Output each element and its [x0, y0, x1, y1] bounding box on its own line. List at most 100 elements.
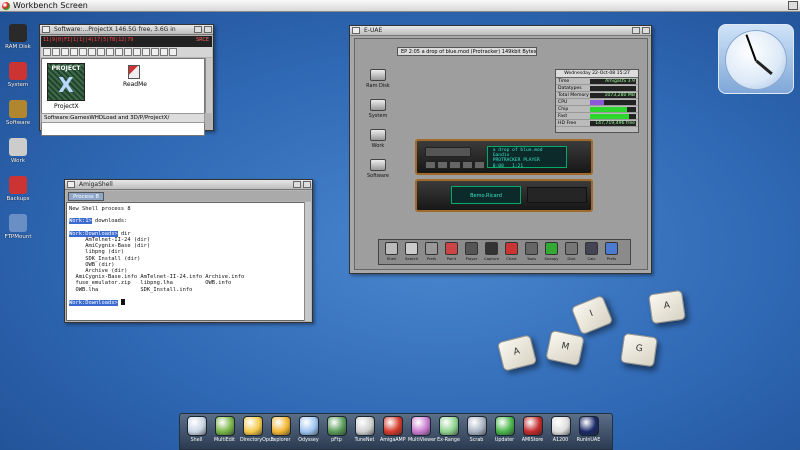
uae-dock-item[interactable]: Calc: [582, 242, 601, 264]
shell-prompt: Work:Downloads>: [69, 300, 118, 307]
next-button[interactable]: [473, 161, 486, 169]
tab-process-8[interactable]: Process 8: [68, 192, 104, 201]
search-button[interactable]: [133, 48, 141, 56]
dock-item-odyssey[interactable]: Odyssey: [296, 416, 321, 449]
hd-free-label: HD Free: [558, 121, 577, 126]
uae-dock-item[interactable]: Paint: [442, 242, 461, 264]
dock-item-a1200[interactable]: A1200: [548, 416, 573, 449]
uae-icon-software[interactable]: Software: [363, 159, 393, 179]
protect-button[interactable]: [142, 48, 150, 56]
amiga-logo-icon[interactable]: [2, 2, 10, 10]
dock-item-runinuae[interactable]: RunInUAE: [576, 416, 601, 449]
emulated-workbench: EP 2:05 a drop of blue.mod (Protracker) …: [354, 38, 648, 270]
zoom-gadget[interactable]: [194, 26, 202, 33]
print-button[interactable]: [124, 48, 132, 56]
dock-item-explorer[interactable]: Explorer: [268, 416, 293, 449]
uae-dock-item[interactable]: Search: [402, 242, 421, 264]
uae-icon-label: Software: [366, 173, 390, 179]
desktop-icon-software[interactable]: Software: [1, 100, 35, 126]
amigaamp-player[interactable]: a drop of blue.mod Gandix PROTRACKER PLA…: [415, 139, 593, 175]
uae-dock-item[interactable]: Shell: [382, 242, 401, 264]
uae-icon-system[interactable]: System: [363, 99, 393, 119]
depth-gadget[interactable]: [642, 27, 650, 34]
help-button[interactable]: [169, 48, 177, 56]
delete-button[interactable]: [88, 48, 96, 56]
software-drawer-window: Software:...ProjectX 146.5G free, 3.6G i…: [39, 24, 214, 136]
dock-item-updater[interactable]: Updater: [492, 416, 517, 449]
uae-dock-item[interactable]: Chart: [502, 242, 521, 264]
vertical-scrollbar[interactable]: [205, 58, 212, 113]
software-window-titlebar[interactable]: Software:...ProjectX 146.5G free, 3.6G i…: [40, 25, 213, 35]
spectrum-analyzer: Bemo.Ricard: [415, 179, 593, 212]
play-button[interactable]: [437, 161, 449, 169]
root-button[interactable]: [52, 48, 60, 56]
uae-dock-item[interactable]: Player: [462, 242, 481, 264]
uae-dock-item[interactable]: Snoopy: [542, 242, 561, 264]
screen-depth-gadget[interactable]: [788, 1, 798, 10]
projectx-game-icon[interactable]: PROJECT X: [47, 63, 85, 101]
dock-label: pFtp: [331, 438, 342, 443]
dock-item-pftp[interactable]: pFtp: [324, 416, 349, 449]
uae-dock-item[interactable]: Capture: [482, 242, 501, 264]
desktop-icon-work[interactable]: Work: [1, 138, 35, 164]
uae-icon-ram-disk[interactable]: Ram Disk: [363, 69, 393, 89]
info-button[interactable]: [97, 48, 105, 56]
uae-window-titlebar[interactable]: E-UAE: [350, 26, 651, 36]
zoom-gadget[interactable]: [632, 27, 640, 34]
settings-button[interactable]: [160, 48, 168, 56]
console-line: Work:Downloads>: [69, 299, 302, 307]
pause-button[interactable]: [449, 161, 461, 169]
dock-item-multiedit[interactable]: MultiEdit: [212, 416, 237, 449]
shell-window-titlebar[interactable]: AmigaShell: [65, 180, 312, 190]
clock-widget[interactable]: [718, 24, 794, 94]
uae-dock-item[interactable]: Prefs: [602, 242, 621, 264]
uae-icon-work[interactable]: Work: [363, 129, 393, 149]
depth-gadget[interactable]: [303, 181, 311, 188]
dock-item-amistore[interactable]: AMIStore: [520, 416, 545, 449]
dock-item-tunenet[interactable]: TuneNet: [352, 416, 377, 449]
makedir-button[interactable]: [106, 48, 114, 56]
rename-button[interactable]: [79, 48, 87, 56]
shell-console[interactable]: New Shell process 8 Work:1> downloads: W…: [66, 202, 305, 321]
view-button[interactable]: [115, 48, 123, 56]
close-gadget[interactable]: [67, 181, 75, 188]
uae-dock-item[interactable]: Prefs: [422, 242, 441, 264]
volume-slider[interactable]: [425, 147, 471, 157]
copy-button[interactable]: [61, 48, 69, 56]
move-button[interactable]: [70, 48, 78, 56]
close-gadget[interactable]: [42, 26, 50, 33]
desktop-icon-ftpmount[interactable]: FTPMount: [1, 214, 35, 240]
prev-button[interactable]: [425, 161, 437, 169]
dock-item-scrab[interactable]: Scrab: [464, 416, 489, 449]
sysmon-row: Time AmigaOS 3.9: [556, 78, 638, 85]
uae-dock-item[interactable]: Tools: [522, 242, 541, 264]
path-field[interactable]: Software:GamesWHDLoad and 3D/P/ProjectX/: [41, 113, 205, 123]
dock-item-multiviewer[interactable]: MultiViewer: [408, 416, 436, 449]
source-label[interactable]: SRCE: [196, 37, 209, 43]
app-icon: [425, 242, 438, 255]
drawer-contents[interactable]: PROJECT X ProjectX ReadMe: [41, 58, 205, 136]
hd-free-row: HD Free 147,719,496 free: [556, 120, 638, 127]
zoom-gadget[interactable]: [293, 181, 301, 188]
parent-button[interactable]: [43, 48, 51, 56]
vertical-scrollbar[interactable]: [304, 202, 311, 321]
sysmon-bar-row: CPU: [556, 99, 638, 106]
dock-item-shell[interactable]: Shell: [184, 416, 209, 449]
projectx-label[interactable]: ProjectX: [54, 103, 79, 110]
dock-item-amigaamp[interactable]: AmigaAMP: [380, 416, 406, 449]
stop-button[interactable]: [461, 161, 473, 169]
depth-gadget[interactable]: [204, 26, 212, 33]
archive-button[interactable]: [151, 48, 159, 56]
usage-bar: [590, 100, 636, 105]
desktop-icon-backups[interactable]: Backups: [1, 176, 35, 202]
usage-bar: [590, 107, 636, 112]
close-gadget[interactable]: [352, 27, 360, 34]
readme-label[interactable]: ReadMe: [123, 81, 147, 88]
readme-document-icon[interactable]: [128, 65, 140, 79]
uae-dock-label: Disk: [567, 256, 576, 261]
desktop-icon-system[interactable]: System: [1, 62, 35, 88]
dock-item-directoryopus[interactable]: DirectoryOpus: [240, 416, 274, 449]
desktop-icon-ram-disk[interactable]: RAM Disk: [1, 24, 35, 50]
uae-dock-item[interactable]: Disk: [562, 242, 581, 264]
dock-item-ex-range[interactable]: Ex-Range: [436, 416, 461, 449]
